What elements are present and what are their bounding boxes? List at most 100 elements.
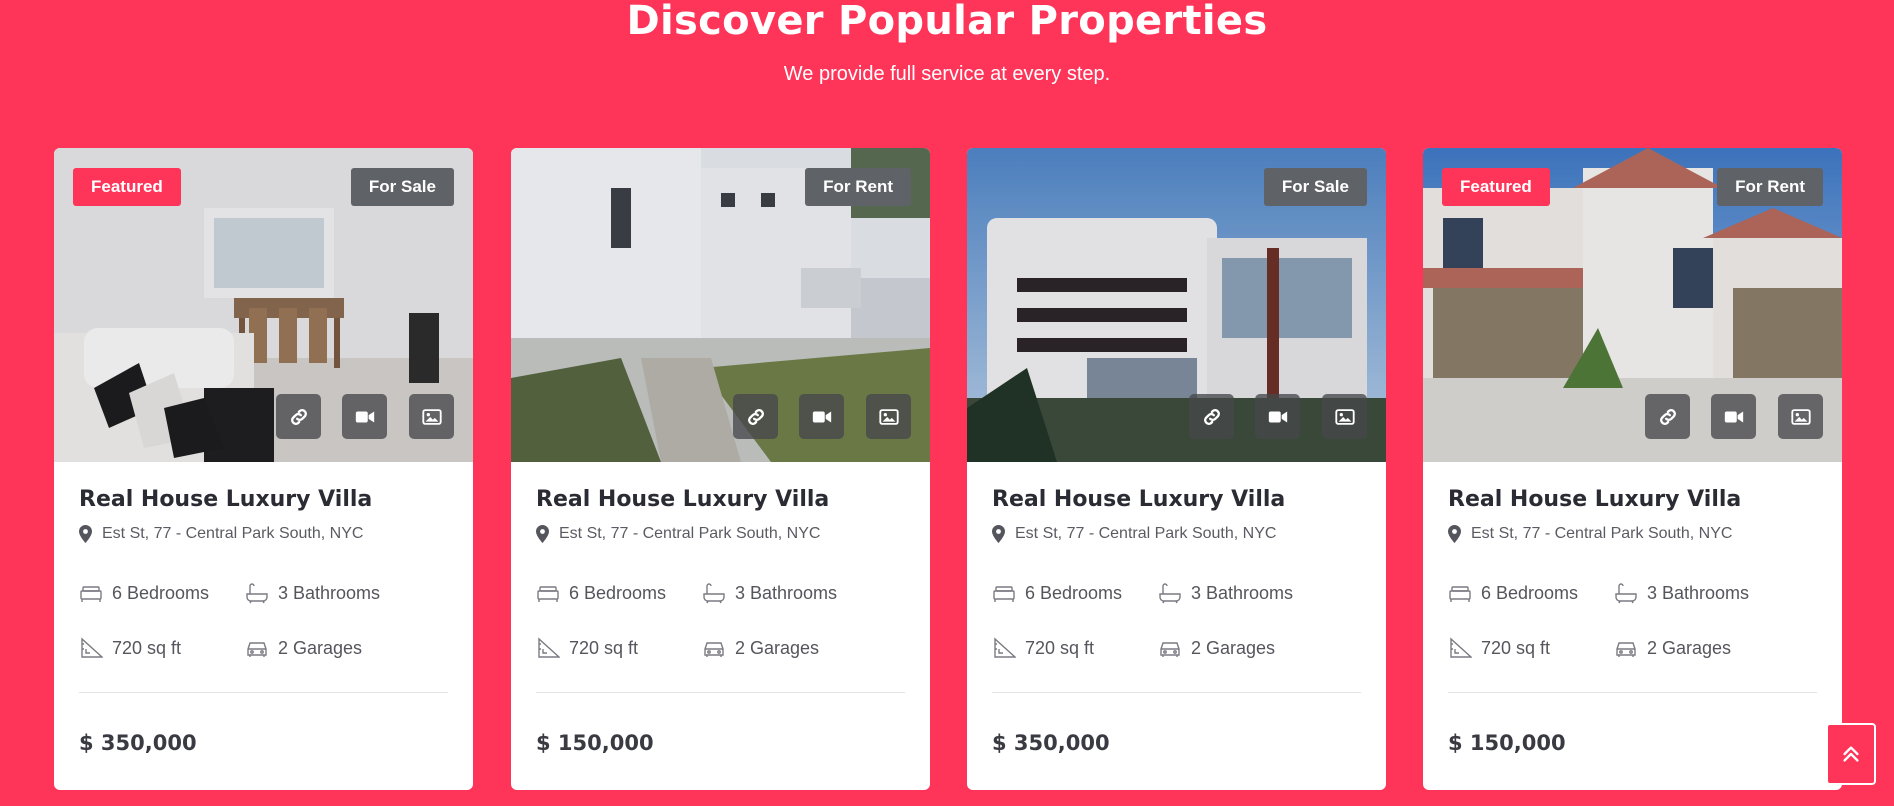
gallery-button[interactable] (866, 394, 911, 439)
link-icon (1659, 408, 1676, 425)
property-price: $ 150,000 (536, 731, 654, 755)
garages-text: 2 Garages (1191, 637, 1276, 658)
address-text: Est St, 77 - Central Park South, NYC (1471, 525, 1733, 542)
bedrooms-feature: 6 Bedrooms (536, 583, 702, 603)
garages-text: 2 Garages (1647, 637, 1732, 658)
bath-icon (703, 583, 725, 604)
area-icon (81, 637, 103, 658)
property-photo[interactable]: Featured For Rent (1423, 148, 1842, 462)
image-icon (878, 408, 899, 425)
status-badge: For Rent (805, 168, 911, 206)
featured-badge: Featured (1442, 168, 1550, 206)
address-text: Est St, 77 - Central Park South, NYC (102, 525, 364, 542)
link-button[interactable] (733, 394, 778, 439)
bed-icon (1449, 586, 1471, 602)
bedrooms-text: 6 Bedrooms (112, 582, 210, 603)
map-pin-icon (1448, 525, 1461, 543)
video-icon (1724, 411, 1743, 422)
property-title[interactable]: Real House Luxury Villa (536, 487, 905, 512)
area-feature: 720 sq ft (79, 637, 245, 658)
video-icon (1268, 411, 1287, 422)
gallery-button[interactable] (1322, 394, 1367, 439)
area-feature: 720 sq ft (992, 637, 1158, 658)
area-feature: 720 sq ft (1448, 637, 1614, 658)
bed-icon (80, 586, 102, 602)
scroll-to-top-button[interactable] (1826, 723, 1876, 785)
image-icon (421, 408, 442, 425)
property-card[interactable]: Featured For Sale Real House Luxury Vill… (54, 148, 473, 790)
bedrooms-text: 6 Bedrooms (1025, 582, 1123, 603)
link-icon (1203, 408, 1220, 425)
area-icon (994, 637, 1016, 658)
property-price: $ 350,000 (992, 731, 1110, 755)
bed-icon (537, 586, 559, 602)
map-pin-icon (79, 525, 92, 543)
bedrooms-feature: 6 Bedrooms (992, 583, 1158, 603)
video-button[interactable] (342, 394, 387, 439)
video-button[interactable] (1255, 394, 1300, 439)
bathrooms-feature: 3 Bathrooms (1614, 582, 1814, 604)
garages-feature: 2 Garages (1158, 638, 1358, 658)
property-title[interactable]: Real House Luxury Villa (79, 487, 448, 512)
garage-icon (1160, 642, 1180, 657)
property-photo[interactable]: For Sale (967, 148, 1386, 462)
property-price: $ 150,000 (1448, 731, 1566, 755)
bedrooms-text: 6 Bedrooms (1481, 582, 1579, 603)
bedrooms-feature: 6 Bedrooms (1448, 583, 1614, 603)
property-photo[interactable]: Featured For Sale (54, 148, 473, 462)
area-text: 720 sq ft (1025, 637, 1095, 658)
bathrooms-text: 3 Bathrooms (278, 582, 381, 603)
property-title[interactable]: Real House Luxury Villa (992, 487, 1361, 512)
link-button[interactable] (1189, 394, 1234, 439)
video-button[interactable] (799, 394, 844, 439)
property-title[interactable]: Real House Luxury Villa (1448, 487, 1817, 512)
link-button[interactable] (1645, 394, 1690, 439)
property-card[interactable]: Featured For Rent Real House Luxury Vill… (1423, 148, 1842, 790)
link-button[interactable] (276, 394, 321, 439)
garages-feature: 2 Garages (245, 638, 445, 658)
bath-icon (1159, 583, 1181, 604)
section-title: Discover Popular Properties (626, 0, 1268, 44)
bedrooms-text: 6 Bedrooms (569, 582, 667, 603)
gallery-button[interactable] (409, 394, 454, 439)
video-button[interactable] (1711, 394, 1756, 439)
property-price: $ 350,000 (79, 731, 197, 755)
property-card[interactable]: For Rent Real House Luxury Villa Est St,… (511, 148, 930, 790)
garages-text: 2 Garages (735, 637, 820, 658)
bath-icon (1615, 583, 1637, 604)
double-chevron-up-icon (1843, 746, 1859, 762)
garage-icon (704, 642, 724, 657)
video-icon (812, 411, 831, 422)
area-icon (1450, 637, 1472, 658)
divider (1448, 692, 1817, 693)
link-icon (747, 408, 764, 425)
divider (992, 692, 1361, 693)
status-badge: For Sale (350, 168, 454, 206)
garages-feature: 2 Garages (1614, 638, 1814, 658)
bathrooms-text: 3 Bathrooms (735, 582, 838, 603)
bathrooms-text: 3 Bathrooms (1191, 582, 1294, 603)
section-subtitle: We provide full service at every step. (783, 63, 1111, 85)
property-address: Est St, 77 - Central Park South, NYC (536, 525, 905, 543)
address-text: Est St, 77 - Central Park South, NYC (559, 525, 821, 542)
area-text: 720 sq ft (1481, 637, 1551, 658)
garages-text: 2 Garages (278, 637, 363, 658)
status-badge: For Sale (1263, 168, 1367, 206)
image-icon (1334, 408, 1355, 425)
video-icon (355, 411, 374, 422)
property-card[interactable]: For Sale Real House Luxury Villa Est St,… (967, 148, 1386, 790)
bedrooms-feature: 6 Bedrooms (79, 583, 245, 603)
bath-icon (246, 583, 268, 604)
area-feature: 720 sq ft (536, 637, 702, 658)
gallery-button[interactable] (1778, 394, 1823, 439)
divider (536, 692, 905, 693)
bathrooms-feature: 3 Bathrooms (245, 582, 445, 604)
bathrooms-text: 3 Bathrooms (1647, 582, 1750, 603)
property-address: Est St, 77 - Central Park South, NYC (992, 525, 1361, 543)
area-text: 720 sq ft (112, 637, 182, 658)
property-photo[interactable]: For Rent (511, 148, 930, 462)
divider (79, 692, 448, 693)
status-badge: For Rent (1717, 168, 1823, 206)
map-pin-icon (992, 525, 1005, 543)
area-text: 720 sq ft (569, 637, 639, 658)
